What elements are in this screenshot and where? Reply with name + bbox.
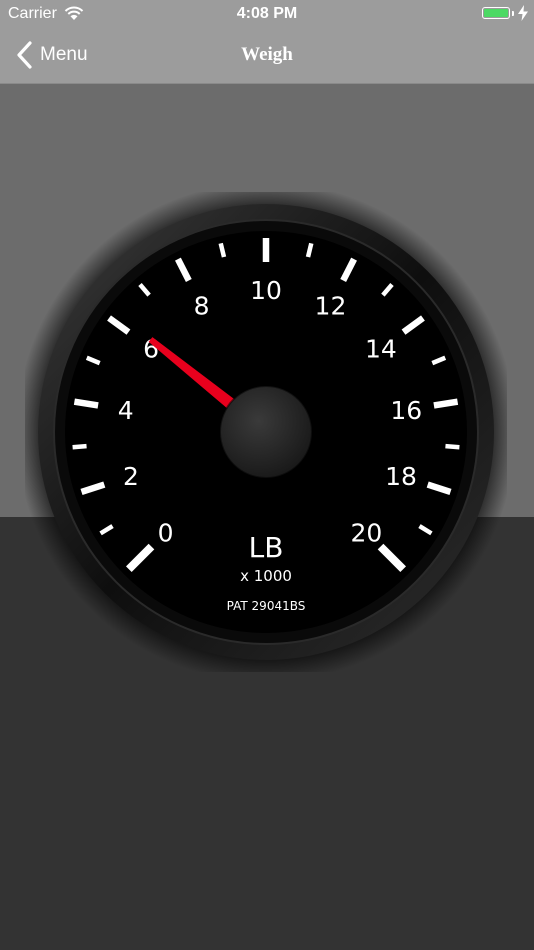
battery-level [484,9,508,17]
major-tick [73,398,99,409]
gauge-label: 2 [123,462,139,491]
gauge-label: 14 [365,335,397,364]
gauge-unit: LB [249,531,284,564]
page-title: Weigh [241,44,293,65]
minor-tick [72,443,87,450]
gauge-label: 8 [194,291,210,320]
gauge-label: 4 [118,396,134,425]
gauge-label: 16 [390,396,422,425]
minor-tick [218,242,227,258]
weight-gauge: 02468101214161820 LB x 1000 PAT 29041BS [25,192,507,672]
gauge-label: 18 [385,462,417,491]
gauge-label: 0 [158,518,174,547]
gauge-patent: PAT 29041BS [227,599,306,613]
minor-tick [305,242,314,258]
gauge-label: 12 [315,291,347,320]
status-time: 4:08 PM [236,5,298,22]
gauge-label: 10 [250,276,282,305]
battery-nub [512,11,514,16]
status-bar: Carrier 4:08 PM [0,0,534,28]
gauge-multiplier: x 1000 [240,567,292,585]
charging-bolt-icon [518,5,528,21]
major-tick [433,398,459,409]
gauge-label: 20 [351,518,383,547]
minor-tick [445,443,460,450]
navigation-bar: Menu Weigh [0,28,534,84]
battery-icon [482,7,510,19]
